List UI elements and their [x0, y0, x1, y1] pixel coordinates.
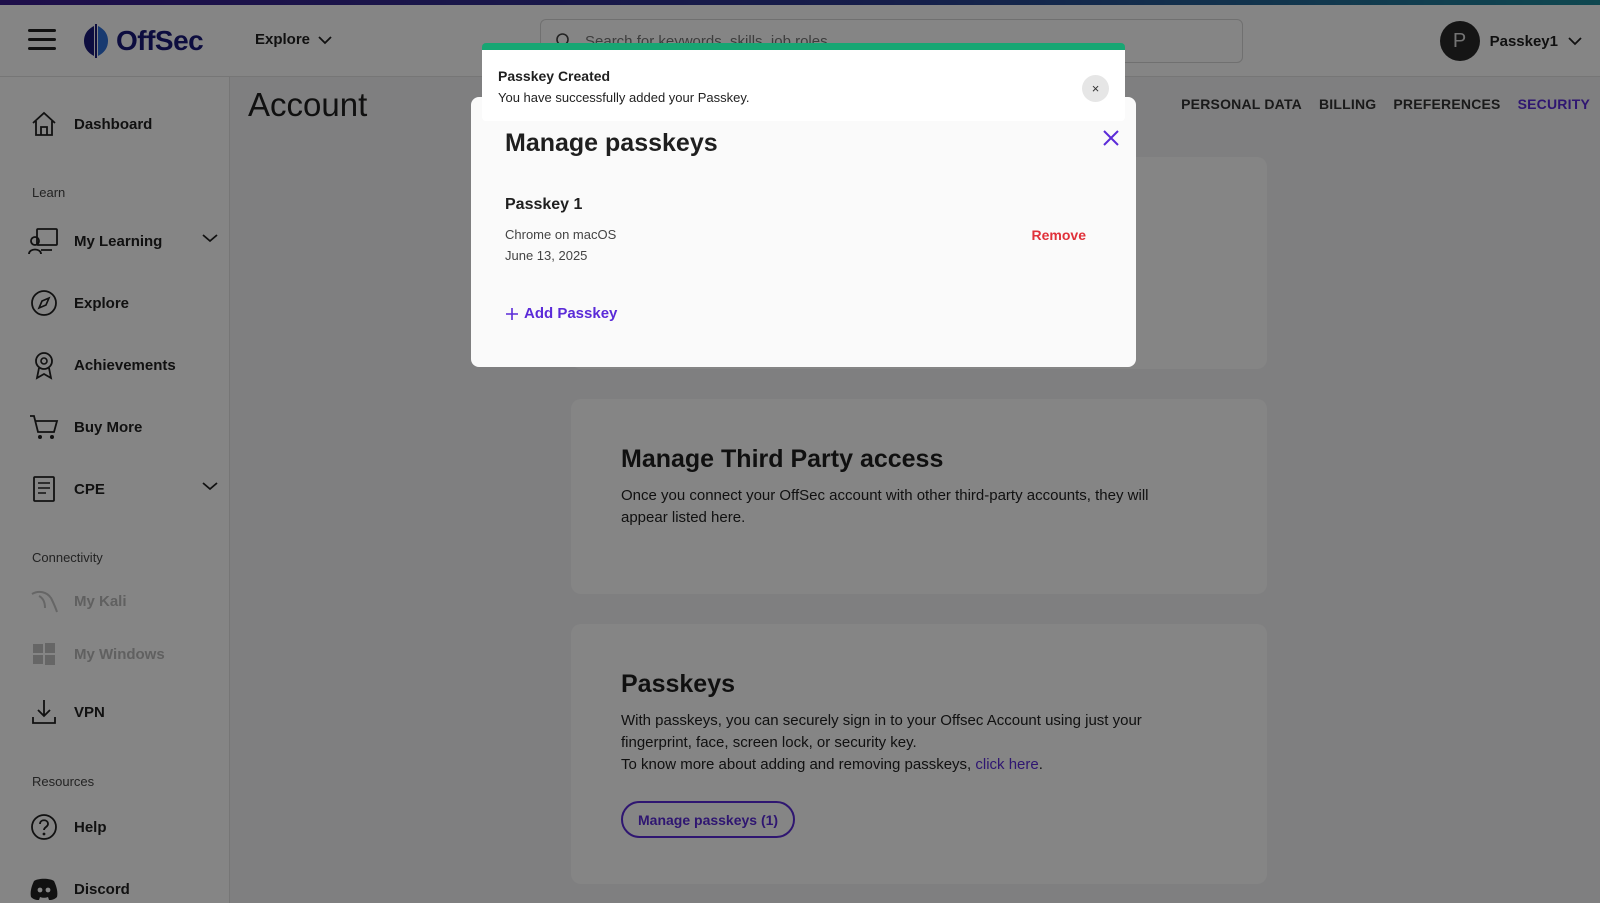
close-icon[interactable]	[1100, 127, 1122, 149]
passkey-name: Passkey 1	[505, 196, 583, 213]
toast-message: You have successfully added your Passkey…	[498, 90, 750, 105]
remove-passkey-button[interactable]: Remove	[1032, 227, 1086, 243]
success-toast: Passkey Created You have successfully ad…	[482, 43, 1125, 121]
toast-title: Passkey Created	[498, 68, 611, 84]
add-passkey-button[interactable]: Add Passkey	[505, 305, 617, 322]
manage-passkeys-modal: Manage passkeys Passkey 1 Chrome on macO…	[471, 97, 1136, 367]
modal-title: Manage passkeys	[505, 129, 718, 157]
passkey-date: June 13, 2025	[505, 248, 588, 263]
toast-close-button[interactable]: ×	[1082, 75, 1109, 102]
add-passkey-label: Add Passkey	[524, 305, 618, 322]
plus-icon	[506, 307, 518, 320]
passkey-device: Chrome on macOS	[505, 227, 617, 242]
